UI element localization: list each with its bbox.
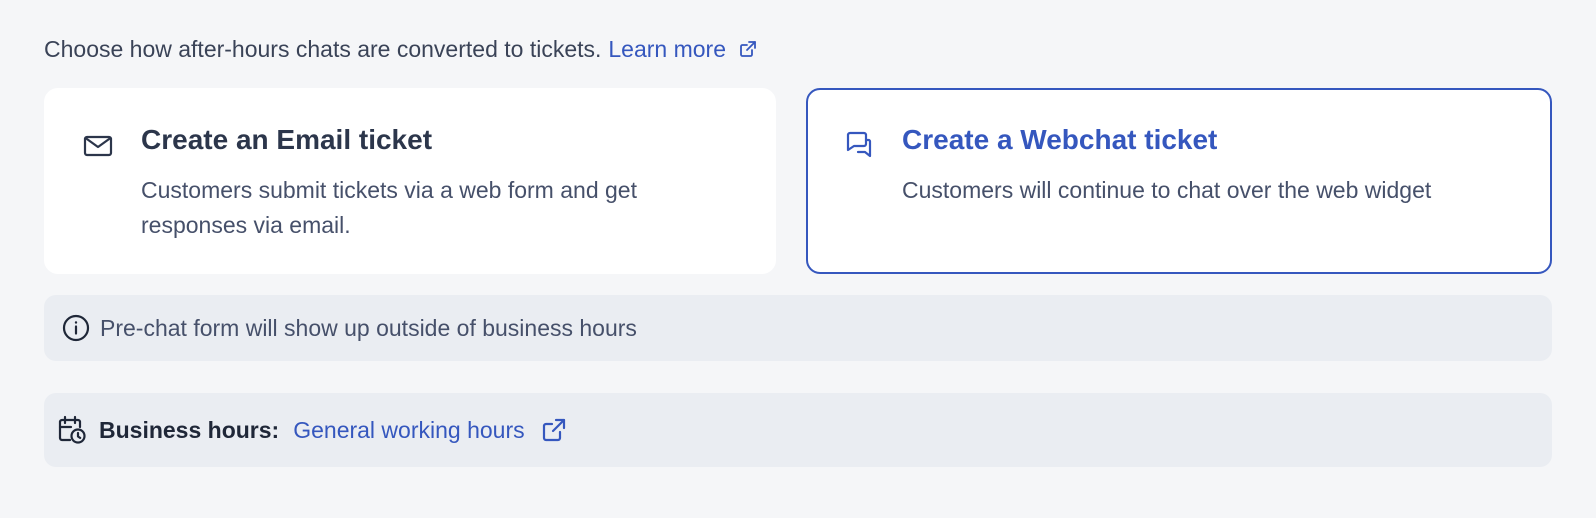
business-hours-link[interactable]: General working hours [293, 417, 566, 444]
notice-text: Pre-chat form will show up outside of bu… [100, 314, 637, 341]
calendar-clock-icon [58, 415, 86, 444]
learn-more-label: Learn more [608, 35, 727, 62]
email-option-description: Customers submit tickets via a web form … [141, 177, 637, 238]
info-notice: Pre-chat form will show up outside of bu… [44, 295, 1552, 361]
webchat-ticket-option[interactable]: Create a Webchat ticket Customers will c… [806, 88, 1552, 274]
external-link-icon [542, 418, 565, 442]
email-ticket-option[interactable]: Create an Email ticket Customers submit … [44, 88, 776, 274]
business-hours-label: Business hours: [99, 416, 280, 443]
after-hours-settings: Choose how after-hours chats are convert… [0, 0, 1596, 518]
chat-bubbles-icon [844, 130, 874, 160]
mail-icon [83, 131, 113, 161]
external-link-icon [740, 41, 756, 57]
email-option-title: Create an Email ticket [141, 124, 433, 155]
webchat-option-description: Customers will continue to chat over the… [902, 177, 1432, 203]
business-hours-row: Business hours: General working hours [44, 393, 1552, 467]
intro-row: Choose how after-hours chats are convert… [44, 32, 758, 66]
intro-text: Choose how after-hours chats are convert… [44, 35, 602, 62]
business-hours-value: General working hours [293, 416, 525, 443]
info-icon [62, 314, 90, 342]
webchat-option-title: Create a Webchat ticket [902, 124, 1218, 155]
learn-more-link[interactable]: Learn more [608, 36, 758, 63]
